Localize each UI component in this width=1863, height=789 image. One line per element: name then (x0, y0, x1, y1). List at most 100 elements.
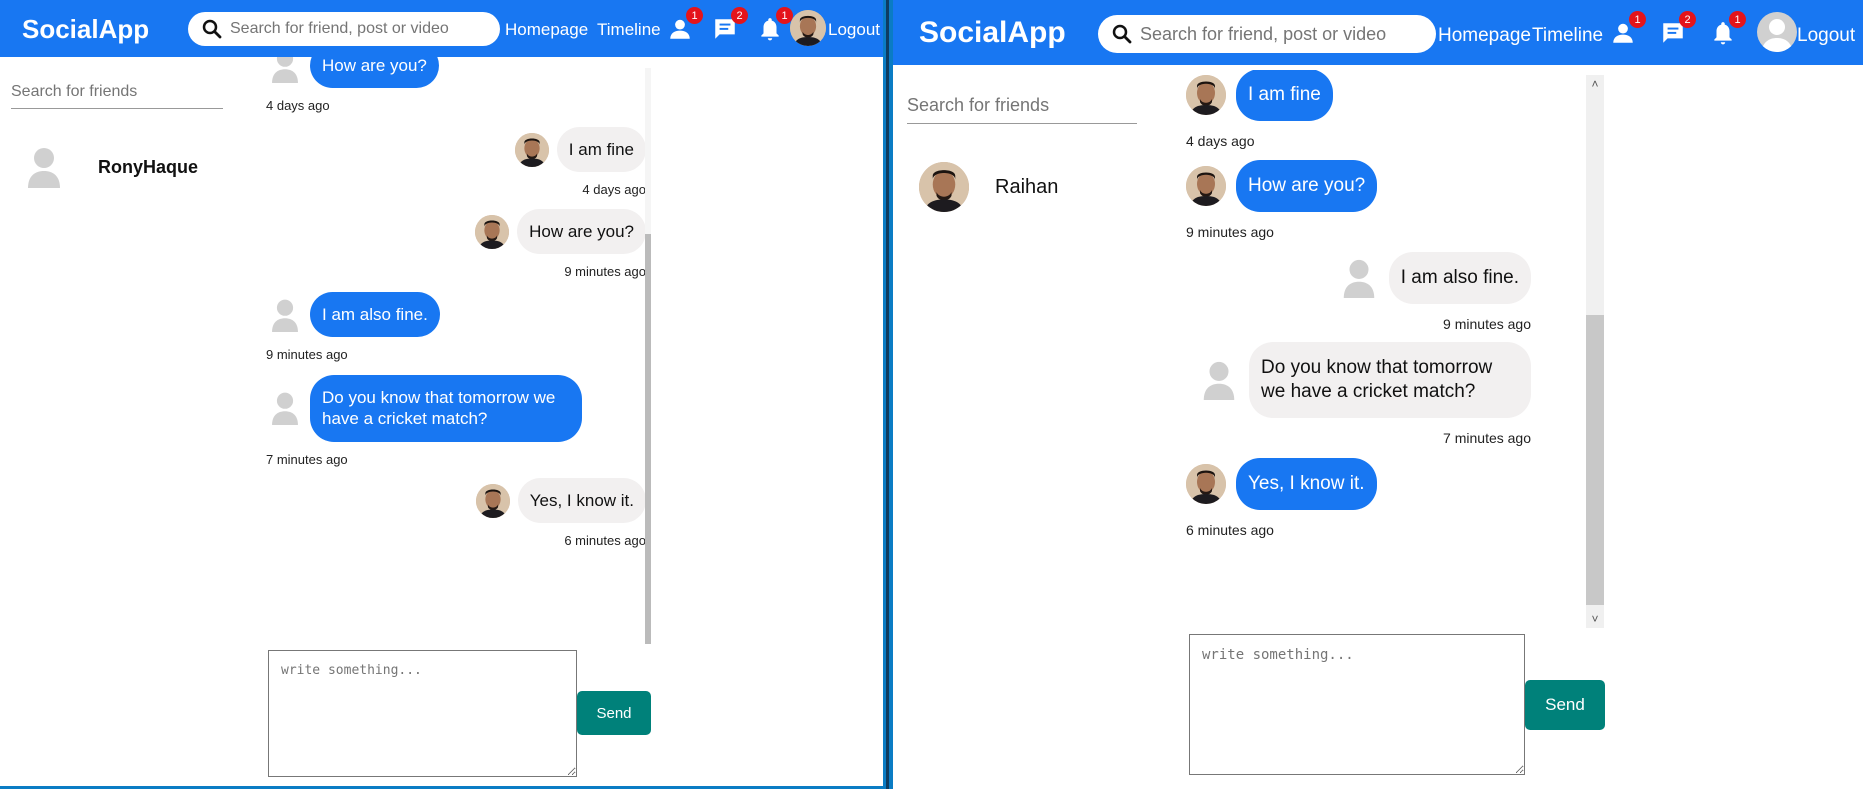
message-bubble: Yes, I know it. (517, 478, 646, 524)
sender-avatar (514, 132, 549, 167)
message-timestamp: 6 minutes ago (564, 533, 646, 549)
default-avatar-icon (268, 391, 302, 426)
notifications-icon[interactable]: 1 (757, 7, 793, 42)
scroll-up-arrow-icon[interactable]: ˄ (1586, 75, 1604, 93)
message-bubble: How are you? (310, 57, 439, 89)
chat-message-row: I am also fine. (266, 292, 646, 338)
friend-requests-badge: 1 (686, 7, 703, 24)
chat-message: I am fine 4 days ago (1186, 70, 1531, 149)
default-avatar-icon (268, 298, 302, 332)
nav-homepage-link[interactable]: Homepage (505, 20, 588, 40)
chat-scrollbar-thumb[interactable] (1586, 315, 1604, 605)
message-timestamp: 4 days ago (266, 98, 330, 114)
chat-message-row: Yes, I know it. (266, 478, 646, 524)
friend-name: RonyHaque (98, 156, 199, 177)
friend-list-item[interactable]: RonyHaque (26, 146, 198, 188)
top-navbar: SocialApp Homepage Timeline 1 2 1 Logout (893, 0, 1863, 65)
profile-avatar[interactable] (790, 10, 826, 46)
nav-logout-link[interactable]: Logout (1797, 25, 1855, 47)
message-bubble: How are you? (517, 209, 646, 255)
message-timestamp: 6 minutes ago (1186, 521, 1274, 538)
chat-message-row: I am fine (266, 127, 646, 173)
message-timestamp: 9 minutes ago (564, 264, 646, 280)
chat-scrollbar-thumb[interactable] (645, 234, 651, 644)
messages-badge: 2 (731, 7, 748, 24)
scroll-down-arrow-icon[interactable]: ˅ (1586, 610, 1604, 628)
messages-badge: 2 (1679, 11, 1696, 28)
nav-timeline-link[interactable]: Timeline (1532, 25, 1603, 47)
friend-requests-icon[interactable]: 1 (667, 7, 703, 42)
notifications-icon[interactable]: 1 (1710, 11, 1746, 46)
default-avatar-icon (26, 146, 62, 188)
app-logo[interactable]: SocialApp (919, 16, 1066, 50)
friend-requests-badge: 1 (1629, 11, 1646, 28)
message-bubble: Do you know that tomorrow we have a cric… (1249, 342, 1531, 418)
chat-message-row: Yes, I know it. (1186, 458, 1531, 510)
chat-message-row: I am fine (1186, 70, 1531, 121)
friend-search-input[interactable] (11, 75, 223, 109)
message-timestamp: 7 minutes ago (266, 451, 348, 467)
default-avatar-icon (268, 57, 302, 83)
message-timestamp: 9 minutes ago (266, 347, 348, 363)
friend-list-item[interactable]: Raihan (919, 162, 1058, 212)
chat-messages-panel[interactable]: How are you? 4 days ago I am fine 4 days ag… (266, 57, 646, 645)
chat-message-row: How are you? (1186, 160, 1531, 212)
chat-message: How are you? 9 minutes ago (1186, 160, 1531, 240)
message-composer[interactable] (1189, 634, 1525, 775)
sender-avatar (1186, 165, 1226, 206)
chat-message: I am also fine. 9 minutes ago (1186, 252, 1531, 332)
global-search-bar[interactable] (1098, 15, 1436, 53)
chat-message: Yes, I know it. 6 minutes ago (266, 478, 646, 548)
search-icon (202, 19, 222, 39)
send-button[interactable]: Send (1525, 680, 1605, 730)
messages-icon[interactable]: 2 (712, 7, 748, 42)
nav-logout-link[interactable]: Logout (828, 20, 880, 40)
default-avatar-icon (1339, 258, 1379, 298)
chat-message-row: How are you? (266, 57, 646, 89)
friend-name: Raihan (995, 175, 1059, 198)
message-bubble: Do you know that tomorrow we have a cric… (310, 375, 582, 442)
sender-avatar (475, 214, 510, 249)
message-bubble: I am also fine. (310, 292, 440, 338)
global-search-input[interactable] (1140, 23, 1400, 45)
chat-message-row: How are you? (266, 209, 646, 255)
sender-avatar (475, 483, 510, 518)
nav-timeline-link[interactable]: Timeline (597, 20, 661, 40)
chat-scrollbar[interactable]: ˄ ˅ (1586, 75, 1604, 628)
chat-message: I am also fine. 9 minutes ago (266, 292, 646, 362)
window-divider-line (886, 0, 889, 789)
nav-homepage-link[interactable]: Homepage (1438, 25, 1531, 47)
message-timestamp: 4 days ago (582, 182, 646, 198)
messages-icon[interactable]: 2 (1660, 11, 1696, 46)
profile-avatar[interactable] (1757, 12, 1797, 52)
chat-message-row: I am also fine. (1186, 252, 1531, 304)
chat-messages-panel[interactable]: I am fine 4 days ago How are you? 9 minutes… (1186, 70, 1531, 632)
sender-avatar (1186, 463, 1226, 504)
chat-message-row: Do you know that tomorrow we have a cric… (266, 375, 646, 442)
message-bubble: How are you? (1236, 160, 1378, 212)
left-browser-window: SocialApp Homepage Timeline 1 2 1 Logout… (0, 0, 883, 786)
message-composer[interactable] (268, 650, 577, 777)
global-search-input[interactable] (230, 20, 490, 38)
friend-search-input[interactable] (907, 88, 1137, 124)
message-timestamp: 9 minutes ago (1443, 315, 1531, 332)
global-search-bar[interactable] (188, 12, 500, 46)
search-icon (1112, 24, 1132, 44)
message-timestamp: 9 minutes ago (1186, 223, 1274, 240)
message-timestamp: 7 minutes ago (1443, 429, 1531, 446)
chat-message: How are you? 9 minutes ago (266, 209, 646, 279)
app-logo[interactable]: SocialApp (22, 14, 149, 45)
message-bubble: I am fine (556, 127, 646, 173)
top-navbar: SocialApp Homepage Timeline 1 2 1 Logout (0, 0, 883, 57)
chat-message: I am fine 4 days ago (266, 127, 646, 197)
friend-requests-icon[interactable]: 1 (1610, 11, 1646, 46)
chat-message: Do you know that tomorrow we have a cric… (266, 375, 646, 467)
message-bubble: I am also fine. (1388, 252, 1531, 304)
send-button[interactable]: Send (577, 691, 651, 735)
chat-message: How are you? 4 days ago (266, 57, 646, 113)
message-bubble: Yes, I know it. (1236, 458, 1377, 510)
friend-avatar (919, 162, 969, 212)
chat-scrollbar[interactable] (645, 68, 651, 644)
default-avatar-icon (1199, 360, 1239, 400)
chat-message: Do you know that tomorrow we have a cric… (1186, 342, 1531, 446)
